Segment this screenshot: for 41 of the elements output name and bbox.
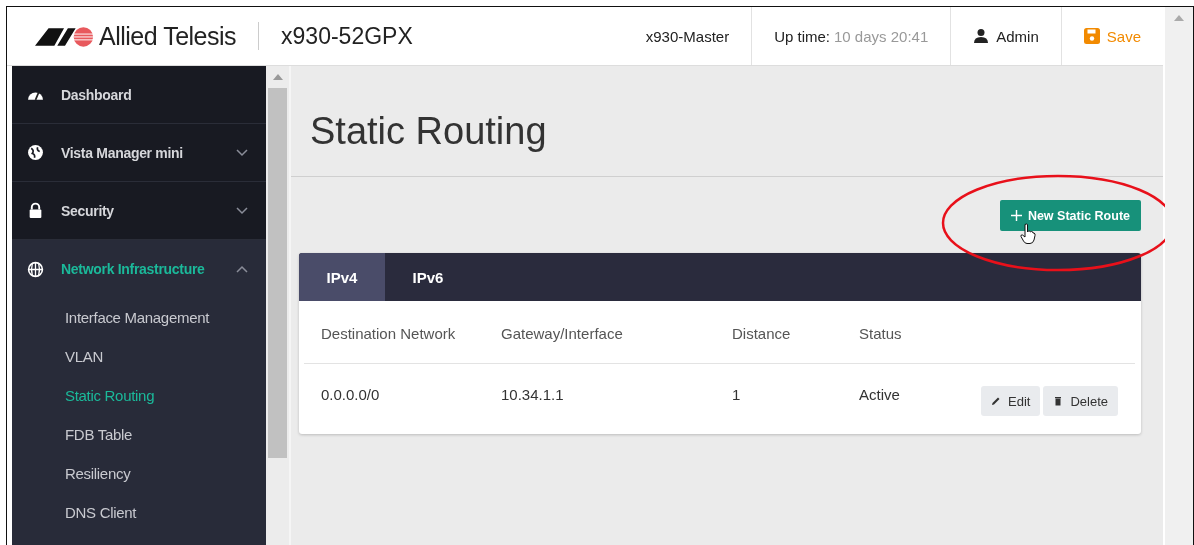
new-static-route-button[interactable]: New Static Route xyxy=(999,200,1141,231)
scroll-up-icon[interactable] xyxy=(1174,15,1184,21)
brand-name: Allied Telesis xyxy=(99,21,237,51)
pencil-icon xyxy=(991,396,1001,406)
scrollbar-thumb[interactable] xyxy=(268,88,287,458)
table-cell-text: 1 xyxy=(731,385,742,403)
scroll-up-icon[interactable] xyxy=(272,74,283,80)
table-cell-text: 0.0.0.0/0 xyxy=(320,385,381,403)
sidebar-subitem[interactable]: DNS Client xyxy=(12,493,266,532)
page-scrollbar[interactable] xyxy=(1165,7,1193,545)
edit-button[interactable]: Edit xyxy=(981,386,1041,416)
sidebar-scrollbar[interactable] xyxy=(266,66,289,545)
uptime-value: 10 days 20:41 xyxy=(834,27,929,45)
tab[interactable]: IPv6 xyxy=(385,253,471,301)
page-title: Static Routing xyxy=(310,110,548,154)
table-cell-text: Active xyxy=(858,385,901,403)
table-cell-text: 10.34.1.1 xyxy=(500,385,565,403)
uptime-label: Up time: xyxy=(774,27,830,45)
column-header: Destination Network xyxy=(320,324,457,342)
sidebar-subitem[interactable]: Interface Management xyxy=(12,298,266,337)
device-model: x930-52GPX xyxy=(281,22,413,50)
column-header: Gateway/Interface xyxy=(500,324,624,342)
user-icon xyxy=(973,28,990,44)
sidebar-subitem[interactable]: FDB Table xyxy=(12,415,266,454)
lock-icon xyxy=(27,202,44,219)
plus-icon xyxy=(1010,209,1022,221)
globe-icon xyxy=(27,144,44,161)
user-button[interactable]: Admin xyxy=(950,7,1061,65)
hand-cursor-icon xyxy=(1019,223,1036,245)
column-header: Distance xyxy=(731,324,792,342)
sidebar-item[interactable]: Network Infrastructure xyxy=(12,240,266,298)
tab[interactable]: IPv4 xyxy=(299,253,385,301)
logo-icon xyxy=(35,25,95,47)
sidebar-subitem[interactable]: VLAN xyxy=(12,337,266,376)
column-header: Status xyxy=(858,324,903,342)
sidebar-subitem[interactable]: Resiliency xyxy=(12,454,266,493)
sidebar-subitem[interactable]: Static Routing xyxy=(12,376,266,415)
delete-button[interactable]: Delete xyxy=(1043,386,1118,416)
trash-icon xyxy=(1053,396,1064,406)
host-name: x930-Master xyxy=(644,26,731,47)
globe-grid-icon xyxy=(27,260,44,278)
